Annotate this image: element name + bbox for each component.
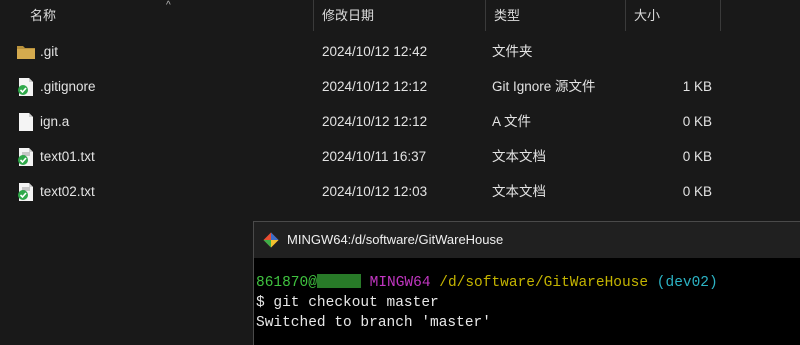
terminal-title: MINGW64:/d/software/GitWareHouse	[287, 232, 504, 247]
file-type: 文件夹	[492, 44, 533, 59]
file-row-ign-a[interactable]: ign.a 2024/10/12 12:12 A 文件 0 KB	[0, 104, 800, 139]
terminal-window[interactable]: MINGW64:/d/software/GitWareHouse 861870@…	[253, 221, 800, 345]
folder-icon	[16, 34, 36, 69]
git-bash-icon	[263, 232, 279, 248]
file-size: 0 KB	[682, 184, 712, 199]
column-header-size[interactable]: 大小	[626, 0, 721, 31]
sort-ascending-icon: ^	[166, 0, 171, 11]
file-name: .git	[40, 44, 59, 59]
file-type: 文本文档	[492, 184, 546, 199]
git-file-icon	[16, 69, 36, 104]
file-name: ign.a	[40, 114, 70, 129]
file-size: 1 KB	[682, 79, 712, 94]
file-icon	[16, 104, 36, 139]
column-header-row: 名称 ^ 修改日期 类型 大小	[0, 0, 800, 31]
file-date: 2024/10/12 12:42	[322, 44, 428, 59]
prompt-user: 861870@	[256, 275, 317, 291]
file-size	[626, 34, 712, 69]
command-line: $ git checkout master	[256, 295, 439, 311]
file-date: 2024/10/12 12:03	[322, 184, 428, 199]
column-header-type[interactable]: 类型	[486, 0, 626, 31]
prompt-path: /d/software/GitWareHouse	[439, 275, 649, 291]
file-name: text02.txt	[40, 184, 95, 199]
file-type: Git Ignore 源文件	[492, 79, 596, 94]
command-output: Switched to branch 'master'	[256, 315, 491, 331]
prompt-branch: (dev02)	[656, 275, 718, 291]
file-name: .gitignore	[40, 79, 96, 94]
terminal-output[interactable]: 861870@ MINGW64 /d/software/GitWareHouse…	[256, 273, 718, 333]
file-type: 文本文档	[492, 149, 546, 164]
file-row-gitignore[interactable]: .gitignore 2024/10/12 12:12 Git Ignore 源…	[0, 69, 800, 104]
file-row-git-folder[interactable]: .git 2024/10/12 12:42 文件夹	[0, 34, 800, 69]
git-file-icon	[16, 139, 36, 174]
prompt-env: MINGW64	[369, 275, 431, 291]
git-file-icon	[16, 174, 36, 209]
file-date: 2024/10/11 16:37	[322, 149, 427, 164]
file-size: 0 KB	[682, 149, 712, 164]
column-header-name-label: 名称	[30, 8, 57, 23]
prompt-line: 861870@ MINGW64 /d/software/GitWareHouse…	[256, 274, 718, 291]
file-row-text02[interactable]: text02.txt 2024/10/12 12:03 文本文档 0 KB	[0, 174, 800, 209]
file-row-text01[interactable]: text01.txt 2024/10/11 16:37 文本文档 0 KB	[0, 139, 800, 174]
column-header-date[interactable]: 修改日期	[314, 0, 486, 31]
file-name: text01.txt	[40, 149, 95, 164]
file-size: 0 KB	[682, 114, 712, 129]
file-type: A 文件	[492, 114, 532, 129]
terminal-title-bar[interactable]: MINGW64:/d/software/GitWareHouse	[254, 222, 800, 258]
file-date: 2024/10/12 12:12	[322, 79, 428, 94]
file-date: 2024/10/12 12:12	[322, 114, 428, 129]
column-header-name[interactable]: 名称 ^	[0, 0, 314, 31]
redacted-hostname	[316, 274, 361, 288]
